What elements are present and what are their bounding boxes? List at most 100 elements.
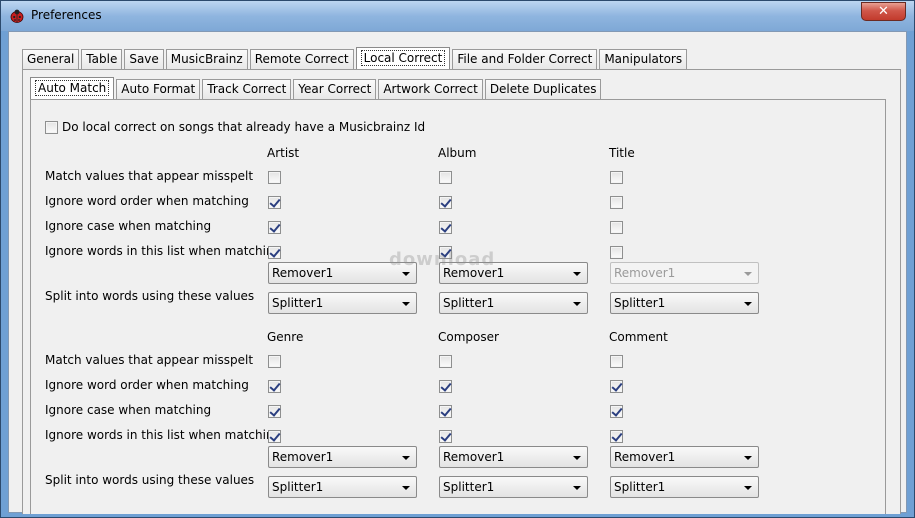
tab-label: Artwork Correct — [383, 82, 478, 96]
comment-splitter-dropdown[interactable]: Splitter1 — [610, 476, 759, 498]
dropdown-value: Splitter1 — [614, 480, 666, 494]
title-ignore-words-checkbox[interactable] — [610, 246, 623, 259]
chevron-down-icon — [402, 302, 410, 306]
album-word-order-checkbox[interactable] — [439, 196, 452, 209]
tab-label: General — [27, 52, 75, 66]
genre-remover-dropdown[interactable]: Remover1 — [268, 446, 417, 468]
dropdown-value: Splitter1 — [272, 480, 324, 494]
composer-remover-dropdown[interactable]: Remover1 — [439, 446, 588, 468]
column-header-artist: Artist — [267, 146, 300, 160]
comment-misspelt-checkbox[interactable] — [610, 355, 623, 368]
subtab-artwork-correct[interactable]: Artwork Correct — [378, 79, 483, 100]
column-header-composer: Composer — [438, 330, 499, 344]
tab-manipulators[interactable]: Manipulators — [599, 49, 688, 70]
title-word-order-checkbox[interactable] — [610, 196, 623, 209]
dropdown-value: Splitter1 — [614, 296, 666, 310]
row-label-ignore-words: Ignore words in this list when matching — [45, 428, 282, 442]
column-header-album: Album — [438, 146, 477, 160]
artist-ignore-case-checkbox[interactable] — [268, 221, 281, 234]
musicbrainz-id-label: Do local correct on songs that already h… — [62, 120, 426, 134]
artist-ignore-words-checkbox[interactable] — [268, 246, 281, 259]
title-ignore-case-checkbox[interactable] — [610, 221, 623, 234]
row-label-split: Split into words using these values — [45, 289, 255, 303]
chevron-down-icon — [573, 272, 581, 276]
tab-label: MusicBrainz — [170, 52, 243, 66]
genre-word-order-checkbox[interactable] — [268, 380, 281, 393]
artist-word-order-checkbox[interactable] — [268, 196, 281, 209]
chevron-down-icon — [573, 456, 581, 460]
tab-local-correct[interactable]: Local Correct — [355, 47, 451, 70]
genre-misspelt-checkbox[interactable] — [268, 355, 281, 368]
chevron-down-icon — [744, 302, 752, 306]
tab-general[interactable]: General — [22, 49, 80, 70]
row-label-ignore-words: Ignore words in this list when matching — [45, 244, 282, 258]
column-header-genre: Genre — [267, 330, 304, 344]
tab-table[interactable]: Table — [81, 49, 123, 70]
row-label-split: Split into words using these values — [45, 473, 255, 487]
row-label-misspelt: Match values that appear misspelt — [45, 169, 254, 183]
title-bar[interactable]: Preferences ✕ — [1, 1, 914, 31]
title-misspelt-checkbox[interactable] — [610, 171, 623, 184]
subtab-auto-match[interactable]: Auto Match — [30, 77, 115, 100]
composer-word-order-checkbox[interactable] — [439, 380, 452, 393]
title-splitter-dropdown[interactable]: Splitter1 — [610, 292, 759, 314]
tab-save[interactable]: Save — [124, 49, 164, 70]
column-header-title: Title — [609, 146, 635, 160]
subtab-track-correct[interactable]: Track Correct — [202, 79, 292, 100]
genre-ignore-case-checkbox[interactable] — [268, 405, 281, 418]
row-label-misspelt: Match values that appear misspelt — [45, 353, 254, 367]
tab-file-and-folder-correct[interactable]: File and Folder Correct — [452, 49, 598, 70]
subtab-year-correct[interactable]: Year Correct — [293, 79, 377, 100]
chevron-down-icon — [744, 272, 752, 276]
chevron-down-icon — [744, 456, 752, 460]
musicbrainz-id-checkbox[interactable] — [45, 121, 58, 134]
row-label-ignore-case: Ignore case when matching — [45, 219, 212, 233]
dropdown-value: Splitter1 — [443, 296, 495, 310]
tab-remote-correct[interactable]: Remote Correct — [249, 49, 354, 70]
subtab-delete-duplicates[interactable]: Delete Duplicates — [484, 79, 602, 100]
album-misspelt-checkbox[interactable] — [439, 171, 452, 184]
genre-splitter-dropdown[interactable]: Splitter1 — [268, 476, 417, 498]
sub-tab-bar: Auto Match Auto Format Track Correct Year C… — [30, 77, 603, 100]
album-ignore-case-checkbox[interactable] — [439, 221, 452, 234]
comment-remover-dropdown[interactable]: Remover1 — [610, 446, 759, 468]
dropdown-value: Remover1 — [443, 450, 505, 464]
tab-label: Save — [129, 52, 159, 66]
comment-ignore-words-checkbox[interactable] — [610, 430, 623, 443]
chevron-down-icon — [402, 272, 410, 276]
row-label-word-order: Ignore word order when matching — [45, 378, 249, 392]
tab-label: Manipulators — [604, 52, 683, 66]
chevron-down-icon — [573, 486, 581, 490]
composer-splitter-dropdown[interactable]: Splitter1 — [439, 476, 588, 498]
dropdown-value: Remover1 — [614, 450, 676, 464]
window-title: Preferences — [31, 8, 102, 22]
tab-label: Auto Match — [35, 80, 110, 96]
artist-misspelt-checkbox[interactable] — [268, 171, 281, 184]
comment-ignore-case-checkbox[interactable] — [610, 405, 623, 418]
composer-misspelt-checkbox[interactable] — [439, 355, 452, 368]
chevron-down-icon — [402, 456, 410, 460]
genre-ignore-words-checkbox[interactable] — [268, 430, 281, 443]
dropdown-value: Remover1 — [272, 266, 334, 280]
row-label-ignore-case: Ignore case when matching — [45, 403, 212, 417]
tab-label: File and Folder Correct — [457, 52, 593, 66]
chevron-down-icon — [402, 486, 410, 490]
close-button[interactable]: ✕ — [861, 2, 906, 21]
artist-splitter-dropdown[interactable]: Splitter1 — [268, 292, 417, 314]
watermark-logo: download — [389, 249, 496, 270]
tab-musicbrainz[interactable]: MusicBrainz — [165, 49, 248, 70]
subtab-auto-format[interactable]: Auto Format — [116, 79, 201, 100]
title-remover-dropdown: Remover1 — [610, 262, 759, 284]
tab-label: Auto Format — [121, 82, 196, 96]
tab-label: Year Correct — [298, 82, 372, 96]
column-header-comment: Comment — [609, 330, 668, 344]
main-tab-bar: General Table Save MusicBrainz Remote Correc… — [22, 47, 689, 70]
album-splitter-dropdown[interactable]: Splitter1 — [439, 292, 588, 314]
dropdown-value: Remover1 — [614, 266, 676, 280]
composer-ignore-words-checkbox[interactable] — [439, 430, 452, 443]
composer-ignore-case-checkbox[interactable] — [439, 405, 452, 418]
ladybug-app-icon — [10, 9, 24, 23]
tab-label: Remote Correct — [254, 52, 349, 66]
tab-label: Delete Duplicates — [489, 82, 597, 96]
comment-word-order-checkbox[interactable] — [610, 380, 623, 393]
